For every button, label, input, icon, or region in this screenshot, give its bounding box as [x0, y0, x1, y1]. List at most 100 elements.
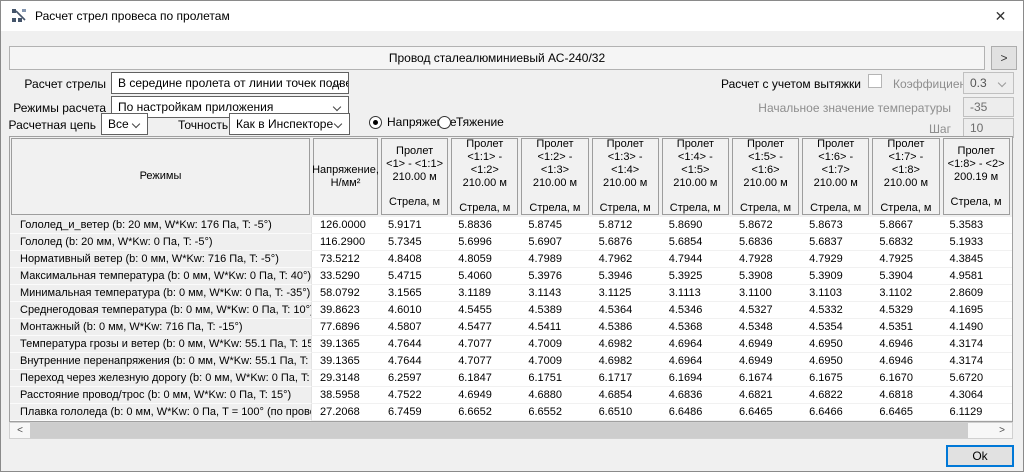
sag-cell[interactable]: 5.8745	[520, 217, 590, 234]
sag-cell[interactable]: 4.7644	[380, 353, 450, 370]
precision-combobox[interactable]: Как в Инспекторе	[229, 113, 350, 135]
sag-cell[interactable]: 3.1102	[871, 285, 941, 302]
sag-cell[interactable]: 5.6907	[520, 234, 590, 251]
sag-cell[interactable]: 6.7459	[380, 404, 450, 421]
sag-cell[interactable]: 4.6949	[731, 336, 801, 353]
sag-cell[interactable]: 5.7345	[380, 234, 450, 251]
stress-cell[interactable]: 39.1365	[312, 336, 380, 353]
stress-cell[interactable]: 77.6896	[312, 319, 380, 336]
sag-cell[interactable]: 6.1694	[661, 370, 731, 387]
sag-cell[interactable]: 4.7009	[520, 353, 590, 370]
table-row[interactable]: Минимальная температура (b: 0 мм, W*Kw: …	[10, 285, 1012, 302]
sag-cell[interactable]: 4.5389	[520, 302, 590, 319]
sag-cell[interactable]: 4.7009	[520, 336, 590, 353]
sag-cell[interactable]: 3.1103	[801, 285, 871, 302]
stress-cell[interactable]: 33.5290	[312, 268, 380, 285]
sag-cell[interactable]: 4.7929	[801, 251, 871, 268]
table-row[interactable]: Расстояние провод/трос (b: 0 мм, W*Kw: 0…	[10, 387, 1012, 404]
sag-cell[interactable]: 4.6946	[871, 353, 941, 370]
initial-temp-field[interactable]: -35	[963, 97, 1014, 117]
sag-cell[interactable]: 4.6982	[591, 336, 661, 353]
table-row[interactable]: Гололед_и_ветер (b: 20 мм, W*Kw: 176 Па,…	[10, 217, 1012, 234]
step-field[interactable]: 10	[963, 118, 1014, 138]
sag-cell[interactable]: 4.5327	[731, 302, 801, 319]
sag-cell[interactable]: 5.6854	[661, 234, 731, 251]
stress-cell[interactable]: 39.1365	[312, 353, 380, 370]
sag-cell[interactable]: 6.6652	[450, 404, 520, 421]
scrollbar-track[interactable]	[968, 423, 992, 438]
sag-cell[interactable]: 4.5411	[520, 319, 590, 336]
sag-cell[interactable]: 4.6982	[591, 353, 661, 370]
next-conductor-button[interactable]: >	[991, 46, 1017, 70]
sag-cell[interactable]: 3.1189	[450, 285, 520, 302]
stress-cell[interactable]: 29.3148	[312, 370, 380, 387]
sag-cell[interactable]: 5.8836	[450, 217, 520, 234]
sag-cell[interactable]: 4.5354	[801, 319, 871, 336]
mode-cell[interactable]: Температура грозы и ветер (b: 0 мм, W*Kw…	[10, 336, 312, 353]
sag-cell[interactable]: 4.7077	[450, 336, 520, 353]
sag-cell[interactable]: 4.6950	[801, 353, 871, 370]
sag-cell[interactable]: 4.6949	[450, 387, 520, 404]
sag-cell[interactable]: 6.6486	[661, 404, 731, 421]
sag-cell[interactable]: 5.3583	[942, 217, 1012, 234]
sag-cell[interactable]: 6.6510	[591, 404, 661, 421]
stress-cell[interactable]: 38.5958	[312, 387, 380, 404]
sag-cell[interactable]: 6.1129	[942, 404, 1012, 421]
sag-cell[interactable]: 4.3845	[942, 251, 1012, 268]
ok-button[interactable]: Ok	[946, 445, 1014, 467]
sag-cell[interactable]: 4.8059	[450, 251, 520, 268]
scroll-left-icon[interactable]: <	[10, 423, 30, 438]
sag-cell[interactable]: 5.3946	[591, 268, 661, 285]
stress-cell[interactable]: 116.2900	[312, 234, 380, 251]
sag-cell[interactable]: 5.3904	[871, 268, 941, 285]
sag-cell[interactable]: 4.6880	[520, 387, 590, 404]
sag-cell[interactable]: 4.5807	[380, 319, 450, 336]
sag-cell[interactable]: 5.8690	[661, 217, 731, 234]
sag-cell[interactable]: 5.4060	[450, 268, 520, 285]
stress-cell[interactable]: 58.0792	[312, 285, 380, 302]
sag-cell[interactable]: 4.1695	[942, 302, 1012, 319]
sag-cell[interactable]: 6.1751	[520, 370, 590, 387]
sag-cell[interactable]: 4.7077	[450, 353, 520, 370]
sag-cell[interactable]: 4.6010	[380, 302, 450, 319]
sag-cell[interactable]: 3.1143	[520, 285, 590, 302]
sag-cell[interactable]: 4.7925	[871, 251, 941, 268]
sag-cell[interactable]: 6.6465	[731, 404, 801, 421]
table-row[interactable]: Монтажный (b: 0 мм, W*Kw: 716 Па, T: -15…	[10, 319, 1012, 336]
sag-cell[interactable]: 4.6949	[731, 353, 801, 370]
sag-cell[interactable]: 5.8672	[731, 217, 801, 234]
mode-cell[interactable]: Монтажный (b: 0 мм, W*Kw: 716 Па, T: -15…	[10, 319, 312, 336]
sag-cell[interactable]: 3.1100	[731, 285, 801, 302]
sag-cell[interactable]: 4.5368	[661, 319, 731, 336]
sag-cell[interactable]: 6.1670	[871, 370, 941, 387]
sag-cell[interactable]: 5.6876	[591, 234, 661, 251]
mode-cell[interactable]: Расстояние провод/трос (b: 0 мм, W*Kw: 0…	[10, 387, 312, 404]
sag-cell[interactable]: 4.3174	[942, 336, 1012, 353]
sag-cell[interactable]: 5.3908	[731, 268, 801, 285]
sag-cell[interactable]: 4.5455	[450, 302, 520, 319]
mode-cell[interactable]: Внутренние перенапряжения (b: 0 мм, W*Kw…	[10, 353, 312, 370]
table-row[interactable]: Нормативный ветер (b: 0 мм, W*Kw: 716 Па…	[10, 251, 1012, 268]
sag-cell[interactable]: 6.1717	[591, 370, 661, 387]
sag-cell[interactable]: 4.3174	[942, 353, 1012, 370]
sag-cell[interactable]: 6.6466	[801, 404, 871, 421]
sag-cell[interactable]: 4.7944	[661, 251, 731, 268]
mode-cell[interactable]: Минимальная температура (b: 0 мм, W*Kw: …	[10, 285, 312, 302]
sag-cell[interactable]: 6.1674	[731, 370, 801, 387]
table-row[interactable]: Среднегодовая температура (b: 0 мм, W*Kw…	[10, 302, 1012, 319]
sag-cell[interactable]: 4.3064	[942, 387, 1012, 404]
mode-cell[interactable]: Максимальная температура (b: 0 мм, W*Kw:…	[10, 268, 312, 285]
sag-cell[interactable]: 3.1113	[661, 285, 731, 302]
sag-cell[interactable]: 4.7928	[731, 251, 801, 268]
sag-cell[interactable]: 5.6836	[731, 234, 801, 251]
sag-cell[interactable]: 4.5348	[731, 319, 801, 336]
sag-cell[interactable]: 6.1847	[450, 370, 520, 387]
sag-cell[interactable]: 2.8609	[942, 285, 1012, 302]
sag-calc-combobox[interactable]: В середине пролета от линии точек подвес…	[111, 72, 349, 94]
sag-cell[interactable]: 4.6946	[871, 336, 941, 353]
table-row[interactable]: Плавка гололеда (b: 0 мм, W*Kw: 0 Па, T …	[10, 404, 1012, 421]
mode-cell[interactable]: Гололед_и_ветер (b: 20 мм, W*Kw: 176 Па,…	[10, 217, 312, 234]
sag-cell[interactable]: 4.5351	[871, 319, 941, 336]
stretch-checkbox[interactable]	[868, 74, 882, 88]
coefficient-combobox[interactable]: 0.3	[963, 72, 1014, 94]
